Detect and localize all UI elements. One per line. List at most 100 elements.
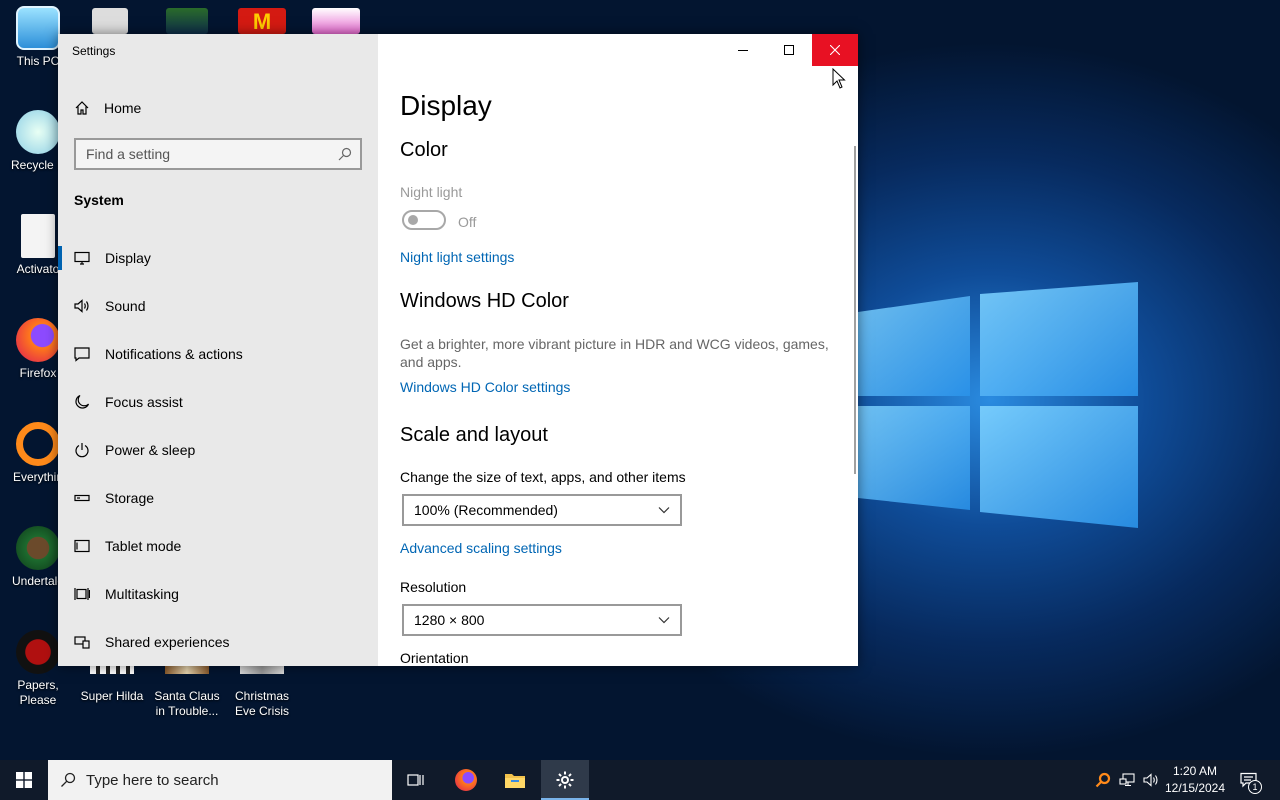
clock-time: 1:20 AM xyxy=(1172,764,1218,778)
firefox-icon xyxy=(455,769,477,791)
nav-item-label: Tablet mode xyxy=(105,538,182,554)
night-light-toggle[interactable] xyxy=(402,210,446,230)
home-icon xyxy=(75,101,89,115)
advanced-scaling-link[interactable]: Advanced scaling settings xyxy=(400,540,562,556)
firefox-icon xyxy=(16,318,60,362)
multitasking-icon xyxy=(58,586,105,602)
taskbar-settings-button[interactable] xyxy=(541,760,589,800)
resolution-label: Resolution xyxy=(400,579,467,595)
papers-please-icon xyxy=(16,630,60,674)
nav-item-shared-experiences[interactable]: Shared experiences xyxy=(58,622,378,662)
start-button[interactable] xyxy=(0,760,48,800)
action-center-button[interactable]: 1 xyxy=(1234,760,1264,800)
clock-date: 12/15/2024 xyxy=(1164,781,1226,795)
find-setting-search[interactable] xyxy=(74,138,362,170)
sound-icon xyxy=(58,298,105,314)
undertale-icon xyxy=(16,526,60,570)
nav-item-label: Power & sleep xyxy=(105,442,196,458)
network-icon xyxy=(1119,773,1135,787)
search-icon xyxy=(61,772,76,787)
nav-item-label: Focus assist xyxy=(105,394,183,410)
this-pc-icon xyxy=(16,6,60,50)
taskbar-clock[interactable]: 1:20 AM 12/15/2024 xyxy=(1160,763,1230,797)
section-heading-hd-color: Windows HD Color xyxy=(400,290,569,312)
moon-icon xyxy=(58,394,105,410)
desktop-icon-partial-1[interactable] xyxy=(92,8,128,34)
activator-file-icon xyxy=(21,214,55,258)
task-view-button[interactable] xyxy=(392,760,440,800)
nav-item-tablet-mode[interactable]: Tablet mode xyxy=(58,526,378,566)
display-icon xyxy=(58,250,105,266)
tray-everything-button[interactable] xyxy=(1092,760,1114,800)
chevron-down-icon xyxy=(658,617,670,624)
folder-icon xyxy=(505,774,525,788)
window-title: Settings xyxy=(72,44,116,58)
desktop-icon-super-hilda[interactable]: Super Hilda xyxy=(74,660,150,704)
nav-item-storage[interactable]: Storage xyxy=(58,478,378,518)
nav-item-notifications[interactable]: Notifications & actions xyxy=(58,334,378,374)
nav-item-focus-assist[interactable]: Focus assist xyxy=(58,382,378,422)
tray-network-button[interactable] xyxy=(1116,760,1138,800)
nav-item-label: Shared experiences xyxy=(105,634,230,650)
windows-logo-wallpaper xyxy=(858,282,1138,528)
tablet-icon xyxy=(58,538,105,554)
group-heading-system: System xyxy=(74,192,124,208)
nav-item-label: Display xyxy=(105,250,151,266)
settings-window: Settings Home System Display Sound xyxy=(58,34,858,666)
mcdonalds-icon[interactable]: M xyxy=(238,8,286,34)
desktop-icon-partial-4[interactable] xyxy=(312,8,360,34)
orientation-label: Orientation xyxy=(400,650,469,666)
nav-item-label: Notifications & actions xyxy=(105,346,243,362)
gear-icon xyxy=(556,771,574,789)
tray-volume-button[interactable] xyxy=(1140,760,1162,800)
nav-item-label: Multitasking xyxy=(105,586,179,602)
power-icon xyxy=(58,442,105,458)
taskbar: 1:20 AM 12/15/2024 1 xyxy=(0,760,1280,800)
task-view-icon xyxy=(407,774,424,786)
everything-search-icon xyxy=(16,422,60,466)
scale-value: 100% (Recommended) xyxy=(414,502,558,518)
storage-icon xyxy=(58,490,105,506)
display-settings-content: Display Color Night light Off Night ligh… xyxy=(378,34,858,666)
hd-color-settings-link[interactable]: Windows HD Color settings xyxy=(400,379,570,395)
settings-sidebar: Settings Home System Display Sound xyxy=(58,34,378,666)
nav-item-power-sleep[interactable]: Power & sleep xyxy=(58,430,378,470)
notification-count-badge: 1 xyxy=(1248,780,1262,794)
resolution-value: 1280 × 800 xyxy=(414,612,485,628)
hd-color-description: Get a brighter, more vibrant picture in … xyxy=(400,336,829,370)
desktop-icon-santa-claus[interactable]: Santa Claus in Trouble... xyxy=(149,660,225,719)
nav-item-sound[interactable]: Sound xyxy=(58,286,378,326)
resolution-dropdown[interactable]: 1280 × 800 xyxy=(402,604,682,636)
scale-label: Change the size of text, apps, and other… xyxy=(400,469,686,485)
taskbar-file-explorer-button[interactable] xyxy=(491,760,539,800)
desktop-icon-partial-2[interactable] xyxy=(166,8,208,34)
chevron-down-icon xyxy=(658,507,670,514)
night-light-label: Night light xyxy=(400,184,463,200)
content-scrollbar[interactable] xyxy=(854,146,856,474)
section-heading-scale-layout: Scale and layout xyxy=(400,424,548,446)
nav-item-display[interactable]: Display xyxy=(58,238,378,278)
taskbar-search-input[interactable] xyxy=(86,771,366,789)
home-nav-item[interactable]: Home xyxy=(74,98,141,118)
page-title: Display xyxy=(400,90,492,121)
recycle-bin-icon xyxy=(16,110,60,154)
mouse-cursor-icon xyxy=(832,68,846,89)
search-icon xyxy=(338,147,352,161)
section-heading-color: Color xyxy=(400,139,448,161)
volume-icon xyxy=(1143,773,1158,787)
scale-dropdown[interactable]: 100% (Recommended) xyxy=(402,494,682,526)
night-light-state: Off xyxy=(458,214,477,230)
everything-search-icon xyxy=(1095,772,1111,788)
night-light-settings-link[interactable]: Night light settings xyxy=(400,249,514,265)
nav-item-label: Storage xyxy=(105,490,155,506)
notifications-icon xyxy=(58,346,105,362)
taskbar-search-box[interactable] xyxy=(48,760,392,800)
desktop-icon-christmas-eve-crisis[interactable]: Christmas Eve Crisis xyxy=(224,660,300,719)
nav-item-multitasking[interactable]: Multitasking xyxy=(58,574,378,614)
find-setting-input[interactable] xyxy=(86,146,338,162)
taskbar-firefox-button[interactable] xyxy=(442,760,490,800)
shared-experiences-icon xyxy=(58,634,105,650)
windows-start-icon xyxy=(16,772,32,788)
home-label: Home xyxy=(104,100,142,116)
nav-item-label: Sound xyxy=(105,298,146,314)
